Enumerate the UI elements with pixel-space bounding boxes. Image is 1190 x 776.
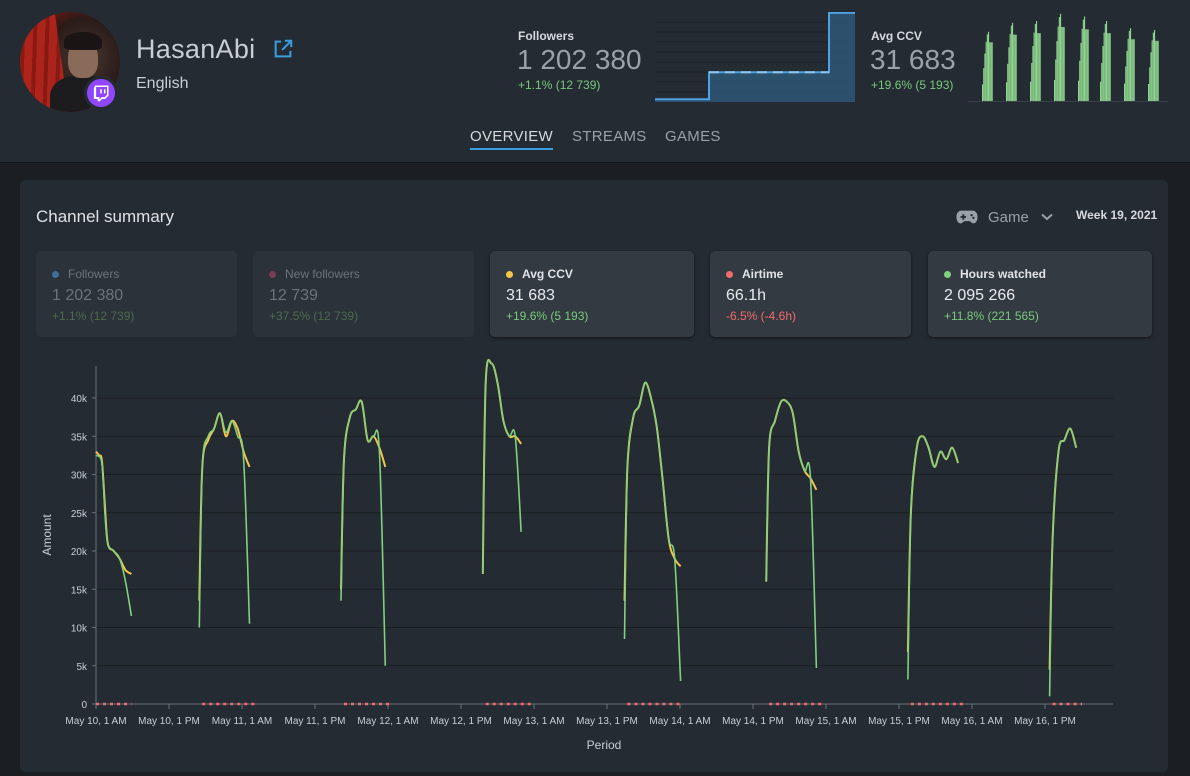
avg-ccv-line [1048,427,1078,670]
avg-ccv-line [765,398,818,582]
y-tick-label: 10k [71,624,88,635]
x-tick-label: May 14, 1 PM [722,716,784,727]
y-axis-title: Amount [40,514,54,556]
x-tick-label: May 16, 1 AM [941,716,1002,727]
x-tick-label: May 15, 1 PM [868,716,930,727]
avg-ccv-line [906,435,960,653]
channel-summary-chart: Amount Period 0 5k 10k 15k 20k 25k 30k 35k 40k Ma… [40,358,1113,752]
x-tick-label: May 10, 1 PM [138,716,200,727]
x-tick-label: May 13, 1 PM [576,716,638,727]
x-axis-title: Period [587,738,622,752]
hours-watched-line [198,412,251,628]
x-tick-label: May 14, 1 AM [649,716,710,727]
hours-watched-line [907,435,959,680]
avg-ccv-line [481,358,522,575]
x-tick-label: May 11, 1 AM [212,716,272,727]
hours-watched-line [1048,427,1077,697]
x-tick-label: May 15, 1 AM [795,716,856,727]
x-tick-label: May 10, 1 AM [65,716,126,727]
hours-watched-line [482,359,522,575]
hours-watched-line [95,454,133,617]
y-tick-label: 40k [71,394,88,405]
x-tick-label: May 13, 1 AM [503,716,564,727]
x-tick-label: May 16, 1 PM [1014,716,1076,727]
x-tick-label: May 12, 1 PM [430,716,492,727]
hours-watched-line [340,399,387,666]
x-tick-label: May 12, 1 AM [357,716,418,727]
y-tick-label: 5k [76,662,88,673]
y-tick-label: 15k [71,585,88,596]
y-tick-label: 20k [71,547,88,558]
y-tick-label: 35k [71,432,88,443]
x-tick-label: May 11, 1 PM [285,716,346,727]
y-tick-label: 30k [71,471,88,482]
y-tick-label: 25k [71,509,88,520]
hours-watched-line [623,381,682,682]
y-tick-label: 0 [81,700,87,711]
